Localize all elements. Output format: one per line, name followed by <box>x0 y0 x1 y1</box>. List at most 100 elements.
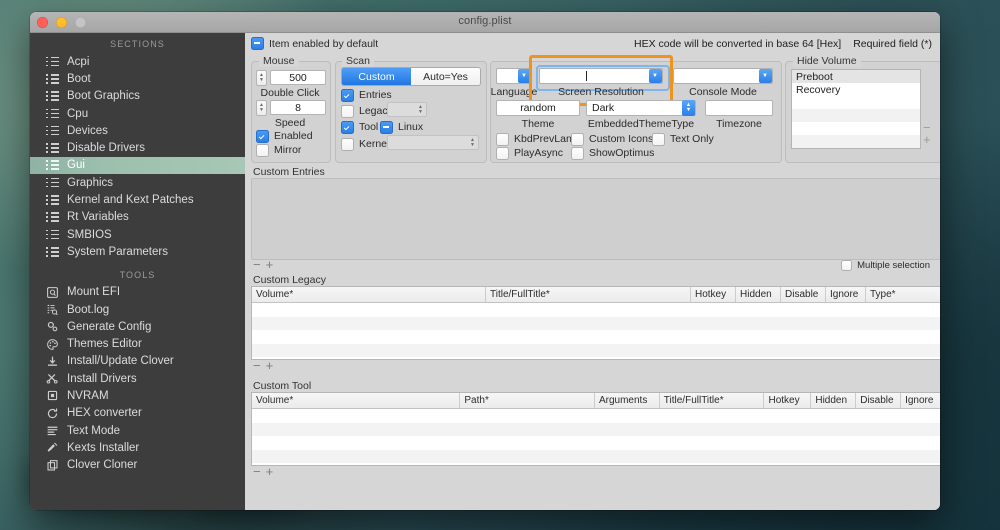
sidebar-item-system-parameters[interactable]: System Parameters <box>30 243 245 260</box>
mouse-enabled-checkbox[interactable]: Enabled <box>256 129 313 143</box>
kbdprevlang-checkbox[interactable]: KbdPrevLang <box>496 132 578 146</box>
sidebar-item-nvram[interactable]: NVRAM <box>30 387 245 404</box>
language-combo[interactable]: ▼ <box>496 68 532 84</box>
sidebar-item-rt-variables[interactable]: Rt Variables <box>30 209 245 226</box>
custom-legacy-table[interactable]: Volume* Title/FullTitle* Hotkey Hidden Disab… <box>251 286 940 360</box>
sidebar-item-boot[interactable]: Boot <box>30 70 245 87</box>
add-button[interactable]: + <box>923 133 931 146</box>
sidebar-item-kexts-installer[interactable]: Kexts Installer <box>30 439 245 456</box>
scan-legacy-combo[interactable]: ▲ ▼ <box>387 102 427 117</box>
list-item-empty[interactable] <box>792 135 920 148</box>
speed-stepper[interactable]: ▲ ▼ <box>256 100 267 116</box>
mouse-mirror-checkbox[interactable]: Mirror <box>256 143 301 157</box>
sidebar-item-acpi[interactable]: Acpi <box>30 53 245 70</box>
sidebar-item-hex-converter[interactable]: HEX converter <box>30 405 245 422</box>
column-header[interactable]: Hidden <box>811 393 857 408</box>
column-header[interactable]: Disable <box>781 287 826 302</box>
column-header[interactable]: Volume* <box>252 393 461 408</box>
sidebar-item-boot-log[interactable]: Boot.log <box>30 301 245 318</box>
column-header[interactable]: Title/FullTitle* <box>486 287 691 302</box>
hide-volume-list[interactable]: Preboot Recovery <box>791 69 921 149</box>
scan-linux-checkbox[interactable]: Linux <box>380 120 423 134</box>
list-item-empty[interactable] <box>792 109 920 122</box>
speed-input[interactable]: 8 <box>270 100 326 115</box>
sidebar-item-devices[interactable]: Devices <box>30 122 245 139</box>
list-item-empty[interactable] <box>792 96 920 109</box>
embedded-theme-combo[interactable]: Dark ▲ ▼ <box>586 100 696 116</box>
speed-field-row[interactable]: ▲ ▼ 8 <box>256 100 326 116</box>
sidebar-item-boot-graphics[interactable]: Boot Graphics <box>30 88 245 105</box>
add-button[interactable]: + <box>266 464 274 479</box>
console-mode-combo[interactable]: ▼ <box>673 68 773 84</box>
list-item[interactable]: Recovery <box>792 83 920 96</box>
column-header[interactable]: Hidden <box>736 287 781 302</box>
scan-mode-auto[interactable]: Auto=Yes <box>411 68 480 85</box>
table-row[interactable] <box>252 409 940 423</box>
table-row[interactable] <box>252 330 940 344</box>
scan-tool-checkbox[interactable]: Tool <box>341 120 378 134</box>
column-header[interactable]: Ignore <box>901 393 940 408</box>
showoptimus-checkbox[interactable]: ShowOptimus <box>571 146 654 160</box>
embedded-theme-stepper[interactable]: ▲ ▼ <box>682 100 695 116</box>
sidebar-item-gui[interactable]: Gui <box>30 156 245 175</box>
column-header[interactable]: Path* <box>460 393 595 408</box>
custom-icons-checkbox[interactable]: Custom Icons <box>571 132 653 146</box>
table-row[interactable] <box>252 422 940 436</box>
column-header[interactable]: Ignore <box>826 287 866 302</box>
table-row[interactable] <box>252 357 940 359</box>
scan-entries-checkbox[interactable]: Entries <box>341 88 392 102</box>
double-click-stepper[interactable]: ▲ ▼ <box>256 70 267 86</box>
hide-volume-add-remove[interactable]: − + <box>923 121 931 146</box>
text-only-checkbox[interactable]: Text Only <box>652 132 714 146</box>
sidebar-item-install-drivers[interactable]: Install Drivers <box>30 370 245 387</box>
add-button[interactable]: + <box>266 257 274 272</box>
remove-button[interactable]: − <box>253 257 261 272</box>
column-header[interactable]: Disable <box>856 393 902 408</box>
playasync-checkbox[interactable]: PlayAsync <box>496 146 563 160</box>
remove-button[interactable]: − <box>253 464 261 479</box>
table-row[interactable] <box>252 303 940 317</box>
window-titlebar[interactable]: config.plist <box>30 12 940 33</box>
scan-mode-custom[interactable]: Custom <box>342 68 411 85</box>
custom-tool-add-remove[interactable]: − + <box>253 464 273 479</box>
sidebar-item-kernel-and-kext-patches[interactable]: Kernel and Kext Patches <box>30 191 245 208</box>
item-enabled-checkbox[interactable]: Item enabled by default <box>251 37 378 51</box>
sidebar-item-disable-drivers[interactable]: Disable Drivers <box>30 139 245 156</box>
sidebar-item-install-update-clover[interactable]: Install/Update Clover <box>30 353 245 370</box>
scan-kernel-stepper[interactable]: ▲ ▼ <box>467 135 478 151</box>
scan-legacy-checkbox[interactable]: Legacy <box>341 104 393 118</box>
theme-input[interactable]: random <box>496 100 580 116</box>
screen-resolution-combo[interactable]: ▼ <box>539 68 663 84</box>
scan-mode-segmented[interactable]: Custom Auto=Yes <box>341 67 481 86</box>
scan-legacy-stepper[interactable]: ▲ ▼ <box>415 102 426 118</box>
double-click-input[interactable]: 500 <box>270 70 326 85</box>
column-header[interactable]: Hotkey <box>691 287 736 302</box>
custom-entries-list[interactable] <box>251 178 940 260</box>
sidebar-item-smbios[interactable]: SMBIOS <box>30 226 245 243</box>
chevron-down-icon[interactable]: ▼ <box>648 69 662 83</box>
sidebar-item-text-mode[interactable]: Text Mode <box>30 422 245 439</box>
chevron-down-icon[interactable]: ▼ <box>758 69 772 83</box>
double-click-field-row[interactable]: ▲ ▼ 500 <box>256 70 326 86</box>
sidebar-item-clover-cloner[interactable]: Clover Cloner <box>30 457 245 474</box>
remove-button[interactable]: − <box>253 358 261 373</box>
table-row[interactable] <box>252 316 940 330</box>
table-row[interactable] <box>252 463 940 465</box>
sidebar-item-cpu[interactable]: Cpu <box>30 105 245 122</box>
custom-legacy-add-remove[interactable]: − + <box>253 358 273 373</box>
sidebar-item-generate-config[interactable]: Generate Config <box>30 318 245 335</box>
sidebar-item-graphics[interactable]: Graphics <box>30 174 245 191</box>
scan-kernel-combo[interactable]: ▲ ▼ <box>387 135 479 150</box>
table-row[interactable] <box>252 343 940 357</box>
timezone-input[interactable] <box>705 100 773 116</box>
multiple-selection-checkbox[interactable]: Multiple selection <box>841 258 930 272</box>
column-header[interactable]: Type* <box>866 287 931 302</box>
list-item[interactable]: Preboot <box>792 70 920 83</box>
scan-kernel-input[interactable] <box>387 135 479 150</box>
table-row[interactable] <box>252 436 940 450</box>
add-button[interactable]: + <box>266 358 274 373</box>
column-header[interactable]: Arguments <box>595 393 660 408</box>
list-item-empty[interactable] <box>792 148 920 149</box>
list-item-empty[interactable] <box>792 122 920 135</box>
chevron-down-icon[interactable]: ▼ <box>517 69 531 83</box>
